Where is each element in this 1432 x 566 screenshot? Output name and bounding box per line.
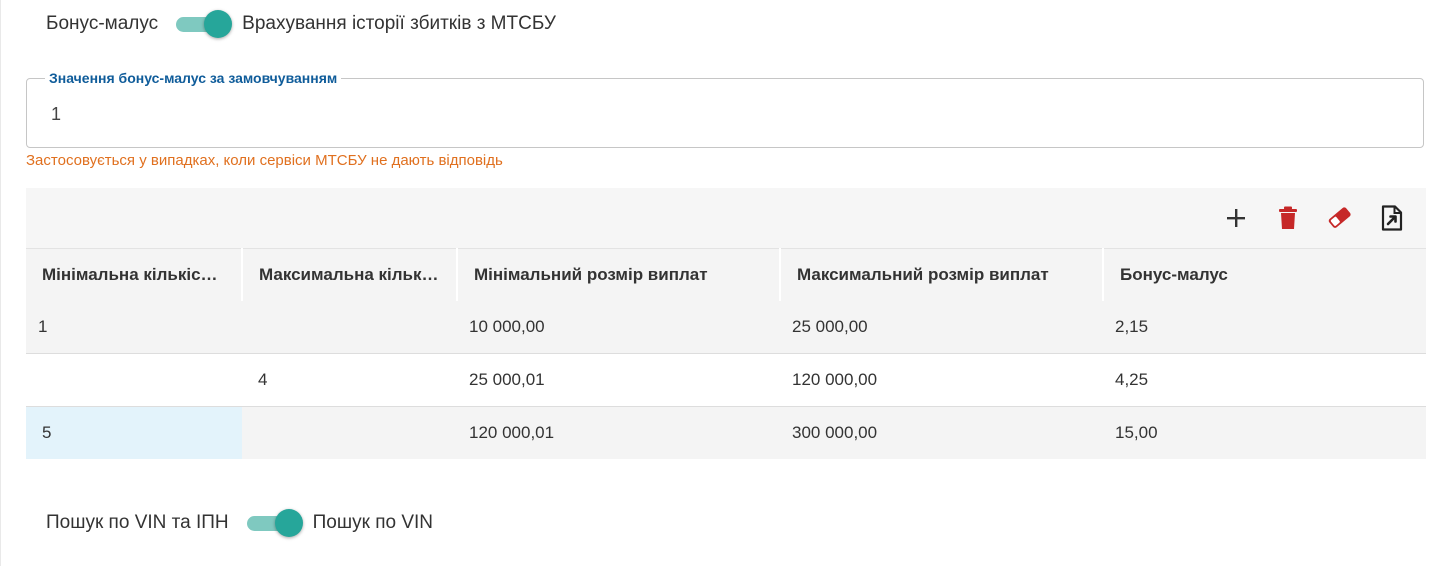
default-bonus-malus-helper: Застосовується у випадках, коли сервіси …	[26, 152, 503, 169]
mtsbu-history-label: Врахування історії збитків з МТСБУ	[242, 13, 556, 34]
cell-bonus-malus[interactable]: 4,25	[1103, 353, 1426, 407]
plus-icon	[1227, 209, 1245, 227]
add-row-button[interactable]	[1222, 204, 1250, 232]
cell-max-payout[interactable]: 120 000,00	[780, 353, 1103, 407]
export-button[interactable]	[1378, 204, 1406, 232]
default-bonus-malus-field: Значення бонус-малус за замовчуванням	[26, 70, 1424, 148]
cell-bonus-malus[interactable]: 2,15	[1103, 301, 1426, 354]
table-row[interactable]: 1 10 000,00 25 000,00 2,15	[26, 301, 1426, 354]
default-bonus-malus-input[interactable]	[49, 103, 653, 126]
column-header-max-payout[interactable]: Максимальний розмір виплат	[780, 248, 1104, 301]
bonus-malus-grid: Мінімальна кількіс… Максимальна кільк… М…	[26, 188, 1426, 459]
left-divider	[0, 0, 1, 566]
cell-min-payout[interactable]: 120 000,01	[457, 406, 780, 459]
delete-row-button[interactable]	[1274, 204, 1302, 232]
cell-min-count-selected[interactable]: 5	[26, 406, 242, 459]
clear-button[interactable]	[1326, 204, 1354, 232]
default-bonus-malus-legend: Значення бонус-малус за замовчуванням	[45, 70, 342, 86]
cell-max-payout[interactable]: 300 000,00	[780, 406, 1103, 459]
eraser-icon	[1328, 207, 1351, 228]
cell-min-count[interactable]	[26, 353, 242, 407]
cell-min-payout[interactable]: 10 000,00	[457, 301, 780, 354]
switch-knob[interactable]	[274, 509, 303, 537]
vin-search-label: Пошук по VIN	[312, 512, 434, 533]
column-header-max-count[interactable]: Максимальна кільк…	[242, 248, 458, 301]
cell-max-count[interactable]	[242, 301, 457, 354]
switch-knob[interactable]	[204, 10, 233, 38]
table-row[interactable]: 4 25 000,01 120 000,00 4,25	[26, 353, 1426, 407]
bonus-malus-switch[interactable]	[174, 10, 233, 38]
vin-search-toggle-row: Пошук по VIN та ІПН Пошук по VIN	[46, 509, 433, 537]
cell-max-count[interactable]: 4	[242, 353, 457, 407]
column-header-min-count[interactable]: Мінімальна кількіс…	[26, 248, 243, 301]
table-row[interactable]: 5 120 000,01 300 000,00 15,00	[26, 406, 1426, 459]
table-header-row: Мінімальна кількіс… Максимальна кільк… М…	[26, 248, 1426, 301]
trash-icon	[1279, 206, 1297, 229]
export-icon	[1381, 205, 1403, 231]
cell-min-payout[interactable]: 25 000,01	[457, 353, 780, 407]
grid-toolbar	[26, 188, 1426, 248]
column-header-min-payout[interactable]: Мінімальний розмір виплат	[457, 248, 781, 301]
vin-ipn-search-label: Пошук по VIN та ІПН	[46, 512, 229, 533]
column-header-bonus-malus[interactable]: Бонус-малус	[1103, 248, 1426, 301]
cell-max-payout[interactable]: 25 000,00	[780, 301, 1103, 354]
cell-bonus-malus[interactable]: 15,00	[1103, 406, 1426, 459]
bonus-malus-toggle-row: Бонус-малус Врахування історії збитків з…	[46, 10, 556, 38]
vin-search-switch[interactable]	[245, 509, 303, 537]
cell-max-count[interactable]	[242, 406, 457, 459]
cell-min-count[interactable]: 1	[26, 301, 242, 354]
bonus-malus-table: Мінімальна кількіс… Максимальна кільк… М…	[26, 248, 1426, 459]
bonus-malus-label: Бонус-малус	[46, 13, 159, 34]
